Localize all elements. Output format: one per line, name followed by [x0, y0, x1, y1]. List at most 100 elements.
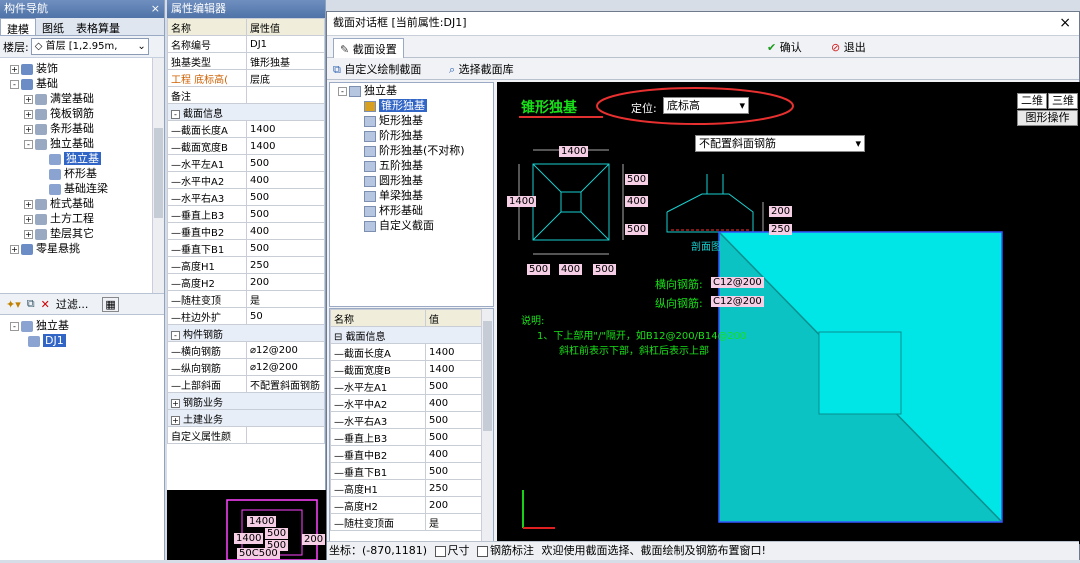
prop-section-row[interactable]: + 钢筋业务: [167, 392, 325, 410]
section-prop-value[interactable]: 500: [425, 462, 482, 480]
instance-item[interactable]: - 独立基: [0, 318, 164, 333]
section-prop-value[interactable]: 500: [425, 377, 482, 395]
prop-value[interactable]: 锥形独基: [246, 52, 325, 70]
prop-value[interactable]: 1400: [246, 120, 325, 138]
tree-item[interactable]: 杯形基: [0, 166, 164, 181]
prop-section-cell[interactable]: + 土建业务: [167, 409, 325, 427]
tree-item[interactable]: + 筏板钢筋: [0, 106, 164, 121]
tab-table-calc[interactable]: 表格算量: [70, 18, 126, 35]
view-2d-button[interactable]: 二维: [1017, 93, 1047, 109]
expand-icon[interactable]: +: [24, 214, 33, 224]
section-prop-row[interactable]: —水平右A3 500: [330, 411, 482, 429]
prop-value[interactable]: 400: [246, 222, 325, 240]
expand-icon[interactable]: +: [10, 244, 19, 254]
collapse-icon[interactable]: -: [338, 86, 347, 96]
tree-item[interactable]: 独立基: [0, 151, 164, 166]
prop-value[interactable]: 50: [246, 307, 325, 325]
section-prop-row[interactable]: —垂直中B2 400: [330, 445, 482, 463]
scrollbar[interactable]: [481, 309, 493, 543]
select-library-button[interactable]: ⌕ 选择截面库: [449, 61, 514, 77]
collapse-icon[interactable]: -: [171, 330, 180, 340]
prop-value[interactable]: DJ1: [246, 35, 325, 53]
new-component-icon[interactable]: ✦▾: [6, 298, 21, 311]
prop-row[interactable]: —柱边外扩 50: [167, 307, 325, 325]
tree-item[interactable]: + 桩式基础: [0, 196, 164, 211]
tab-section-settings[interactable]: ✎ 截面设置: [333, 38, 404, 58]
prop-value[interactable]: 250: [246, 256, 325, 274]
filter-button[interactable]: 过滤...: [56, 296, 89, 312]
section-prop-row[interactable]: —垂直下B1 500: [330, 462, 482, 480]
prop-section-cell[interactable]: - 截面信息: [167, 103, 325, 121]
expand-icon[interactable]: +: [171, 398, 180, 408]
prop-row[interactable]: —水平右A3 500: [167, 188, 325, 206]
section-type-item[interactable]: 矩形独基: [330, 113, 493, 128]
prop-value[interactable]: 层底: [246, 69, 325, 87]
prop-row[interactable]: —垂直上B3 500: [167, 205, 325, 223]
section-type-item[interactable]: 单梁独基: [330, 188, 493, 203]
view-3d-button[interactable]: 三维: [1048, 93, 1078, 109]
section-prop-section-cell[interactable]: ⊟ 截面信息: [330, 326, 482, 344]
rebar-label-checkbox[interactable]: [477, 545, 489, 557]
drawing-canvas[interactable]: 锥形独基 定位: 底标高 ▾ 不配置斜面钢筋 ▾ 二维 三维 图形操作 1400…: [497, 82, 1080, 544]
expand-icon[interactable]: +: [171, 415, 180, 425]
prop-row[interactable]: —随柱变顶是: [167, 290, 325, 308]
prop-row[interactable]: —上部斜面 不配置斜面钢筋: [167, 375, 325, 393]
copy-icon[interactable]: ⧉: [27, 297, 35, 311]
section-type-item[interactable]: 自定义截面: [330, 218, 493, 233]
prop-section-row[interactable]: - 构件钢筋: [167, 324, 325, 342]
prop-section-row[interactable]: + 土建业务: [167, 409, 325, 427]
section-type-item[interactable]: 杯形基础: [330, 203, 493, 218]
close-icon[interactable]: ×: [1059, 12, 1071, 34]
collapse-icon[interactable]: -: [171, 109, 180, 119]
section-prop-value[interactable]: 500: [425, 411, 482, 429]
section-prop-value[interactable]: 是: [425, 513, 482, 531]
shape-operation-button[interactable]: 图形操作: [1017, 110, 1078, 126]
prop-value[interactable]: 400: [246, 171, 325, 189]
tree-item[interactable]: + 零星悬挑: [0, 241, 164, 256]
section-prop-value[interactable]: 400: [425, 445, 482, 463]
prop-value[interactable]: 500: [246, 188, 325, 206]
expand-icon[interactable]: +: [24, 109, 33, 119]
section-type-item[interactable]: 阶形独基: [330, 128, 493, 143]
prop-row[interactable]: —高度H1 250: [167, 256, 325, 274]
prop-value[interactable]: 500: [246, 205, 325, 223]
section-prop-row[interactable]: —截面宽度B 1400: [330, 360, 482, 378]
collapse-icon[interactable]: -: [10, 79, 19, 89]
expand-icon[interactable]: +: [24, 229, 33, 239]
expand-icon[interactable]: +: [24, 124, 33, 134]
section-type-item[interactable]: 圆形独基: [330, 173, 493, 188]
prop-row[interactable]: —水平左A1 500: [167, 154, 325, 172]
section-prop-value[interactable]: 500: [425, 428, 482, 446]
rebar-h-value[interactable]: C12@200: [711, 277, 764, 288]
scrollbar-thumb[interactable]: [483, 321, 492, 431]
close-icon[interactable]: ×: [151, 0, 160, 18]
section-prop-row[interactable]: —水平左A1 500: [330, 377, 482, 395]
collapse-icon[interactable]: ⊟: [334, 332, 346, 343]
tab-drawings[interactable]: 图纸: [36, 18, 70, 35]
floor-select[interactable]: ◇ 首层 [1,2.95m, ⌄: [30, 38, 149, 55]
collapse-icon[interactable]: -: [24, 139, 33, 149]
prop-value[interactable]: [246, 86, 325, 104]
prop-row[interactable]: —纵向钢筋 ⌀12@200: [167, 358, 325, 376]
tree-item[interactable]: - 基础: [0, 76, 164, 91]
size-checkbox[interactable]: [434, 545, 446, 557]
prop-row[interactable]: —截面宽度B 1400: [167, 137, 325, 155]
scrollbar[interactable]: [152, 58, 164, 293]
prop-row[interactable]: 名称编号 DJ1: [167, 35, 325, 53]
section-prop-row[interactable]: —高度H1 250: [330, 479, 482, 497]
section-prop-value[interactable]: 400: [425, 394, 482, 412]
rebar-v-value[interactable]: C12@200: [711, 296, 764, 307]
section-prop-row[interactable]: —随柱变顶面是: [330, 513, 482, 531]
prop-value[interactable]: 500: [246, 239, 325, 257]
prop-section-cell[interactable]: + 钢筋业务: [167, 392, 325, 410]
section-type-item[interactable]: 阶形独基(不对称): [330, 143, 493, 158]
prop-row[interactable]: —高度H2 200: [167, 273, 325, 291]
prop-value[interactable]: 200: [246, 273, 325, 291]
prop-value[interactable]: [246, 426, 325, 444]
tree-item[interactable]: 基础连梁: [0, 181, 164, 196]
exit-button[interactable]: ⊘ 退出: [831, 39, 866, 55]
prop-row[interactable]: 独基类型 锥形独基: [167, 52, 325, 70]
scrollbar-thumb[interactable]: [154, 128, 163, 218]
prop-row[interactable]: —截面长度A 1400: [167, 120, 325, 138]
prop-section-row[interactable]: - 截面信息: [167, 103, 325, 121]
